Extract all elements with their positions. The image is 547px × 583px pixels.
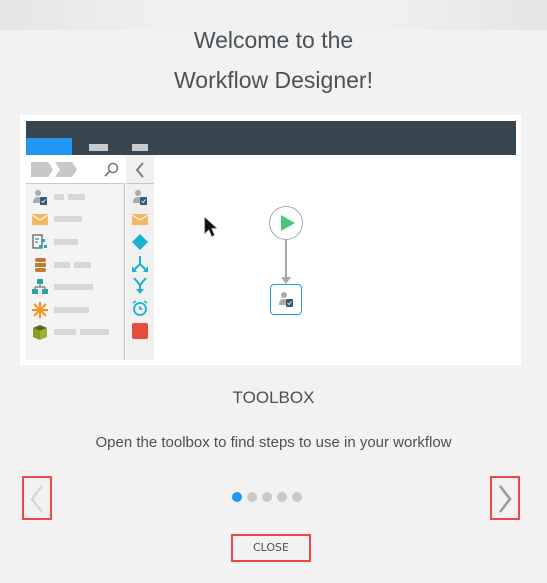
placeholder-label [68,194,85,200]
breadcrumb-chevrons-icon [31,162,77,177]
start-node [269,206,303,240]
close-button[interactable]: CLOSE [231,534,311,562]
preview-header [26,121,516,155]
placeholder-label [54,239,78,245]
placeholder-label [54,329,76,335]
placeholder-label [54,262,70,268]
pagination-dot-2[interactable] [247,492,257,502]
timer-icon [132,300,148,316]
title-line-2: Workflow Designer! [174,67,373,93]
hierarchy-icon [32,279,48,294]
preview-search-row [26,155,125,184]
dialog-title: Welcome to the Workflow Designer! [0,20,547,100]
chevron-right-icon [499,485,512,513]
toolbox-item [26,232,125,252]
preview-tab-active [26,138,72,155]
preview-collapsed-rail [126,155,154,360]
user-task-icon [279,292,293,307]
pagination-dot-4[interactable] [277,492,287,502]
merge-icon [133,278,147,294]
toolbox-item [26,300,125,320]
email-icon [132,214,148,225]
chevron-left-icon [135,162,144,178]
placeholder-label [74,262,91,268]
next-slide-button[interactable] [490,476,520,520]
email-icon [32,214,48,225]
user-task-icon [133,190,147,205]
user-task-node [270,284,302,315]
placeholder-label [80,329,109,335]
slide-description: Open the toolbox to find steps to use in… [95,434,452,451]
placeholder-label [54,194,64,200]
user-task-icon [33,190,47,205]
preview-tab [132,144,148,151]
database-icon [35,258,46,272]
stop-icon [132,323,148,339]
decision-diamond-icon [132,234,148,250]
previous-slide-button[interactable] [22,476,52,520]
toolbox-item [26,277,125,297]
mouse-cursor-icon [204,217,218,237]
toolbox-preview-image [20,115,521,365]
placeholder-label [54,216,82,222]
asterisk-icon [32,302,48,318]
search-icon [104,162,119,177]
split-icon [132,256,148,272]
toolbox-item [26,255,125,275]
toolbox-item [26,187,125,207]
pagination-dot-1[interactable] [232,492,242,502]
package-icon [33,325,47,340]
placeholder-label [54,307,89,313]
pagination-dot-3[interactable] [262,492,272,502]
form-icon [32,234,47,249]
pagination-dots [232,492,302,504]
toolbox-item [26,322,125,342]
title-line-1: Welcome to the [193,27,354,53]
connector-line [285,240,287,278]
play-icon [281,215,295,231]
slide-title: TOOLBOX [232,388,315,407]
preview-toolbox-panel [26,155,125,360]
toolbox-item [26,209,125,229]
placeholder-label [54,284,93,290]
preview-tab [89,144,108,151]
pagination-dot-5[interactable] [292,492,302,502]
connector-arrow-head [281,277,291,284]
chevron-left-icon [30,485,43,513]
